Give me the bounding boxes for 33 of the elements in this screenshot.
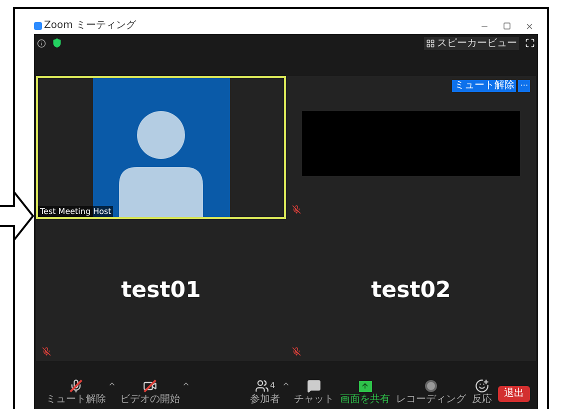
grid-icon xyxy=(426,38,435,48)
toolbar-button[interactable]: 4 参加者 xyxy=(248,378,282,406)
zoom-logo-icon xyxy=(34,22,42,30)
chat-icon xyxy=(307,379,321,393)
toolbar-button[interactable]: レコーディング xyxy=(394,378,468,406)
window-title: Zoom ミーティング xyxy=(44,20,136,32)
toolbar-button[interactable]: ビデオの開始 xyxy=(118,378,182,406)
record-icon xyxy=(425,380,437,392)
crossed-video-camera-icon xyxy=(143,379,157,393)
participant-name: test02 xyxy=(371,276,451,304)
caret-icon[interactable] xyxy=(108,380,116,388)
smiley-icon xyxy=(475,379,489,393)
crossed-microphone-icon xyxy=(69,379,83,393)
share-screen-icon xyxy=(358,380,372,392)
leave-button[interactable]: 退出 xyxy=(498,386,530,402)
close-icon[interactable] xyxy=(525,22,534,30)
speaker-view-button[interactable]: スピーカービュー xyxy=(424,36,519,50)
toolbar-button[interactable]: 画面を共有 xyxy=(338,378,392,406)
toolbar-button[interactable]: チャット xyxy=(292,378,336,406)
participant-name: test01 xyxy=(121,276,201,304)
toolbar-button[interactable]: ミュート解除 xyxy=(44,378,108,406)
unmute-button[interactable]: ミュート解除 xyxy=(452,80,516,92)
people-icon xyxy=(254,379,269,393)
fullscreen-icon[interactable] xyxy=(525,38,535,48)
caret-icon[interactable] xyxy=(282,380,290,388)
info-icon[interactable] xyxy=(37,38,46,48)
maximize-icon[interactable] xyxy=(503,22,511,30)
participant-name-label: Test Meeting Host xyxy=(38,206,114,217)
caret-icon[interactable] xyxy=(182,380,190,388)
more-button[interactable]: ··· xyxy=(518,80,530,92)
participant-count: 4 xyxy=(270,381,276,391)
toolbar-button[interactable]: 反応 xyxy=(470,378,494,406)
shield-icon[interactable] xyxy=(52,38,62,48)
